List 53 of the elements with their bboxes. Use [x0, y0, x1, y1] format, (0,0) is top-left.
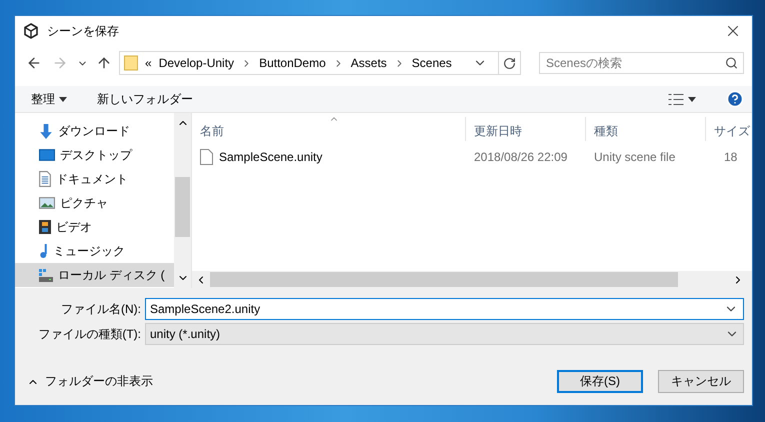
- file-name-label: ファイル名(N):: [60, 300, 141, 318]
- file-name-field[interactable]: SampleScene2.unity: [145, 298, 744, 320]
- document-icon: [39, 171, 51, 187]
- column-header[interactable]: サイズ: [706, 117, 752, 141]
- file-row[interactable]: SampleScene.unity 2018/08/26 22:09 Unity scene file 18: [192, 143, 752, 171]
- hide-folders-button[interactable]: フォルダーの非表示: [23, 373, 153, 390]
- cube-logo-icon: [23, 23, 39, 39]
- path-segment[interactable]: Scenes: [412, 56, 452, 70]
- search-field[interactable]: Scenesの検索: [539, 52, 744, 74]
- table-cell-text: Unity scene file: [593, 150, 676, 164]
- column-header[interactable]: 更新日時: [466, 117, 586, 141]
- column-header[interactable]: 名前: [192, 117, 466, 141]
- column-header[interactable]: 種類: [586, 117, 706, 141]
- table-cell-text: 2018/08/26 22:09: [473, 150, 568, 164]
- cancel-button[interactable]: キャンセル: [658, 370, 744, 393]
- help-icon[interactable]: [726, 90, 744, 108]
- new-folder-button[interactable]: 新しいフォルダー: [97, 90, 193, 108]
- organize-menu-button[interactable]: 整理: [31, 90, 67, 108]
- picture-icon: [39, 197, 55, 209]
- nav-item[interactable]: ドキュメント: [15, 167, 174, 191]
- path-segment[interactable]: ButtonDemo: [259, 56, 326, 70]
- horizontal-scrollbar[interactable]: [192, 271, 752, 288]
- vertical-scrollbar[interactable]: [174, 113, 191, 288]
- nav-item[interactable]: デスクトップ: [15, 143, 174, 167]
- file-icon: [200, 149, 213, 165]
- folder-icon: [124, 55, 138, 71]
- nav-item[interactable]: ピクチャ: [15, 191, 174, 215]
- table-cell: SampleScene.unity: [192, 149, 466, 165]
- drive-icon: [39, 268, 53, 282]
- view-options-button[interactable]: [668, 94, 696, 104]
- list-view-icon: [668, 94, 684, 104]
- film-icon: [39, 220, 51, 234]
- dropdown-arrow-icon: [688, 96, 696, 102]
- nav-item[interactable]: ダウンロード: [15, 119, 174, 143]
- file-type-label: ファイルの種類(T):: [37, 326, 141, 342]
- nav-item[interactable]: ローカル ディスク (: [15, 263, 174, 287]
- arrow-right-icon: [52, 55, 68, 71]
- search-icon: [725, 56, 738, 70]
- path-segment[interactable]: Assets: [350, 56, 387, 70]
- window-title: シーンを保存: [47, 22, 120, 40]
- file-type-dropdown[interactable]: unity (*.unity): [145, 323, 744, 345]
- download-arrow-icon: [39, 124, 53, 138]
- save-button[interactable]: 保存(S): [557, 370, 643, 393]
- refresh-icon: [503, 56, 516, 70]
- address-bar[interactable]: « Develop-Unity ButtonDemo Assets Scenes: [119, 51, 521, 75]
- overflow-chevron[interactable]: «: [145, 56, 152, 70]
- nav-item[interactable]: ビデオ: [15, 215, 174, 239]
- table-cell-text: 18: [723, 150, 738, 164]
- path-segment[interactable]: Develop-Unity: [158, 56, 234, 70]
- monitor-icon: [39, 149, 55, 161]
- dropdown-arrow-icon: [59, 96, 67, 102]
- nav-item[interactable]: ミュージック: [15, 239, 174, 263]
- music-note-icon: [39, 244, 48, 258]
